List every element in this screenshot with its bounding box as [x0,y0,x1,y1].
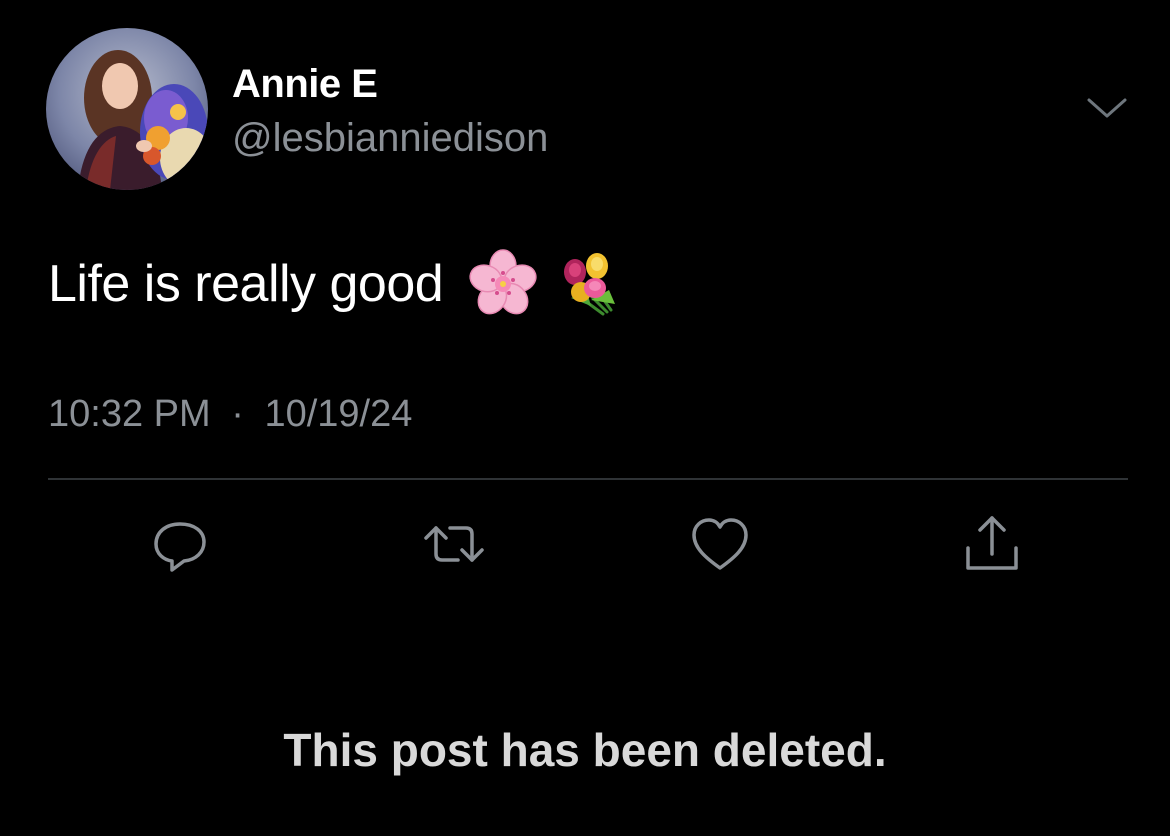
tweet-text: Life is really good [48,255,444,313]
bouquet-emoji [551,246,627,322]
share-button[interactable] [958,510,1026,578]
cherry-blossom-emoji [465,246,541,322]
deleted-notice: This post has been deleted. [283,724,887,776]
tweet-body: Life is really good [48,246,627,322]
tweet-date: 10/19/24 [264,393,413,435]
tweet-timestamp[interactable]: 10:32 PM · 10/19/24 [48,388,412,440]
tweet-time: 10:32 PM [48,393,211,435]
reply-button[interactable] [146,510,214,578]
share-icon [966,516,1018,570]
tweet-screenshot: Annie E @lesbianniedison Life is really … [0,0,1170,836]
author-handle[interactable]: @lesbianniedison [232,112,548,164]
like-button[interactable] [686,510,754,578]
retweet-button[interactable] [420,510,488,578]
more-options-button[interactable] [1084,92,1130,126]
chevron-down-icon [1087,98,1127,118]
reply-icon [154,522,206,572]
profile-photo-avatar [46,28,208,190]
heart-icon [692,518,748,570]
meta-separator: · [231,393,244,435]
action-divider [48,478,1128,480]
author-display-name[interactable]: Annie E [232,58,378,110]
retweet-icon [424,526,484,562]
author-avatar[interactable] [46,28,208,190]
